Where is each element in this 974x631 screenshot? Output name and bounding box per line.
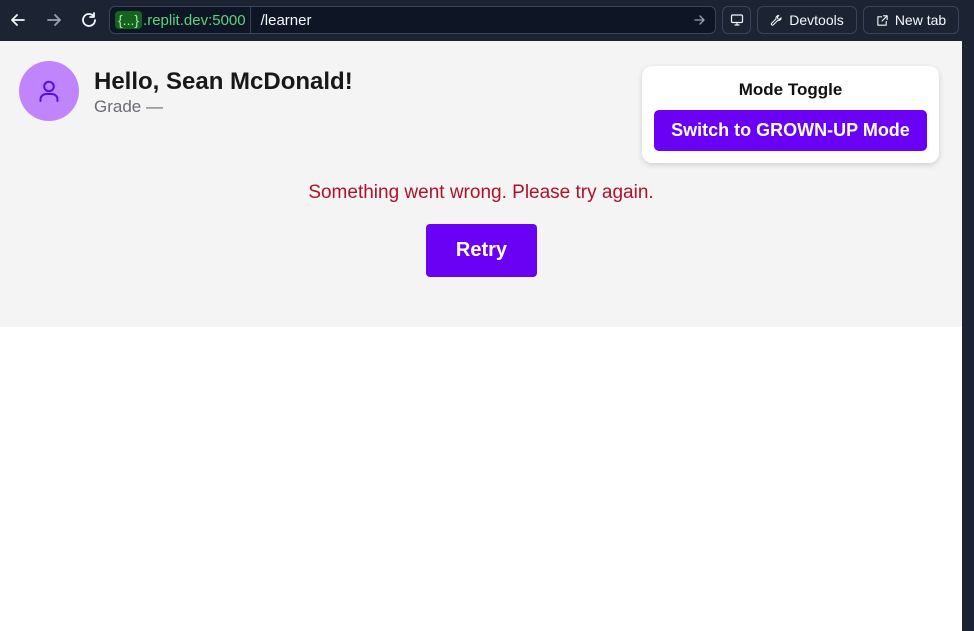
url-host-text: .replit.dev:5000 — [143, 11, 246, 29]
new-tab-label: New tab — [894, 12, 947, 28]
browser-toolbar: {...} .replit.dev:5000 /learner Devtools… — [0, 0, 974, 41]
new-tab-button[interactable]: New tab — [863, 6, 959, 34]
mode-toggle-title: Mode Toggle — [738, 80, 843, 99]
wrench-icon — [771, 14, 782, 26]
page-content: Hello, Sean McDonald! Grade — Mode Toggl… — [0, 41, 962, 631]
retry-button[interactable]: Retry — [426, 224, 537, 277]
avatar — [19, 61, 79, 121]
switch-mode-button[interactable]: Switch to GROWN-UP Mode — [654, 110, 927, 151]
url-host-brace: {...} — [115, 11, 143, 29]
scrollbar-gutter — [962, 41, 974, 631]
arrow-right-icon — [47, 14, 61, 26]
learner-panel: Hello, Sean McDonald! Grade — Mode Toggl… — [0, 41, 962, 327]
mode-toggle-card: Mode Toggle Switch to GROWN-UP Mode — [642, 66, 939, 163]
arrow-right-icon — [694, 15, 705, 25]
go-button[interactable] — [689, 9, 711, 31]
grade-text: Grade — — [94, 97, 163, 116]
screen-button[interactable] — [722, 6, 751, 34]
reload-icon — [82, 12, 96, 27]
devtools-button[interactable]: Devtools — [757, 6, 857, 34]
monitor-icon — [730, 14, 743, 26]
forward-button[interactable] — [42, 8, 66, 32]
arrow-left-icon — [11, 14, 25, 26]
url-path[interactable]: /learner — [251, 12, 689, 29]
address-bar[interactable]: {...} .replit.dev:5000 /learner — [109, 6, 716, 34]
back-button[interactable] — [6, 8, 30, 32]
external-link-icon — [877, 14, 888, 26]
url-host: {...} .replit.dev:5000 — [110, 7, 251, 33]
user-icon — [39, 80, 59, 102]
reload-button[interactable] — [77, 8, 101, 32]
greeting-heading: Hello, Sean McDonald! — [94, 68, 353, 95]
devtools-label: Devtools — [789, 12, 844, 28]
error-message: Something went wrong. Please try again. — [308, 182, 654, 203]
